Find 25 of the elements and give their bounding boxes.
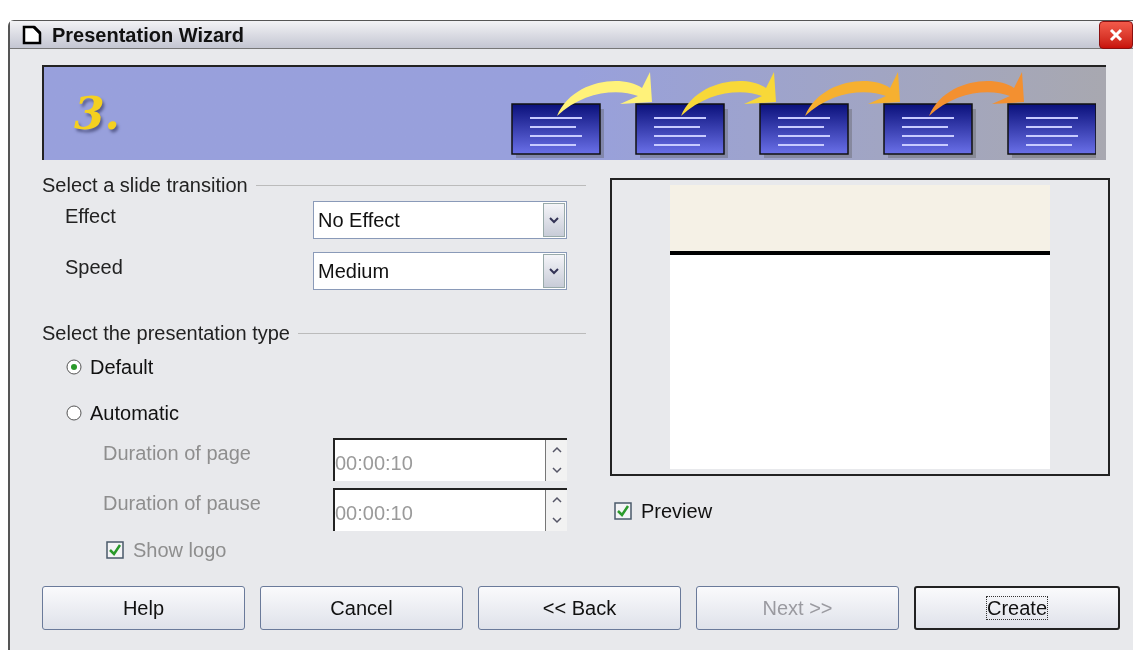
dropdown[interactable]: No Effect xyxy=(313,201,567,239)
group-heading: Select a slide transition xyxy=(42,173,248,198)
radio-button[interactable] xyxy=(66,405,82,421)
document-icon xyxy=(22,24,42,45)
dialog-button[interactable]: << Back xyxy=(478,586,681,630)
close-icon xyxy=(1108,26,1124,43)
radio-option[interactable]: Automatic xyxy=(66,398,179,428)
chevron-down-icon xyxy=(549,216,559,224)
field-label: Duration of pause xyxy=(103,491,262,516)
dialog-button[interactable]: Create xyxy=(914,586,1120,630)
field-label: Effect xyxy=(65,204,117,229)
radio-button[interactable] xyxy=(66,359,82,375)
dialog-button[interactable]: Cancel xyxy=(260,586,463,630)
field-label: Speed xyxy=(65,255,124,280)
checkbox-icon[interactable] xyxy=(614,502,632,520)
radio-option[interactable]: Default xyxy=(66,352,154,382)
chevron-down-icon xyxy=(549,267,559,275)
close-button[interactable] xyxy=(1099,20,1133,49)
checkbox[interactable]: Preview xyxy=(614,496,1110,526)
dialog-button[interactable]: Help xyxy=(42,586,245,630)
step-number: 3. xyxy=(74,86,120,141)
field-label: Duration of page xyxy=(103,441,252,466)
dropdown[interactable]: Medium xyxy=(313,252,567,290)
window-title: Presentation Wizard xyxy=(52,22,245,48)
group-heading: Select the presentation type xyxy=(42,321,290,346)
